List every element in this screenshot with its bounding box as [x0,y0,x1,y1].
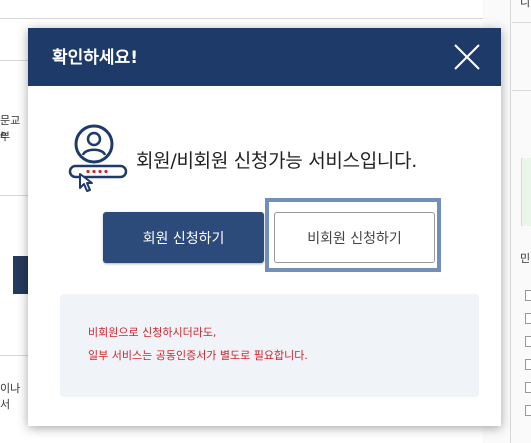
bg-divider [512,22,531,23]
user-password-icon [66,122,132,194]
bg-fragment: 니 [520,0,531,9]
bg-checkbox[interactable] [525,405,531,416]
bg-checkbox[interactable] [525,359,531,370]
confirm-modal: 확인하세요! 회원/비회원 신청가능 서비스입니다. 회원 신청하기 비회원 신… [28,28,501,426]
bg-fragment: 이나 서 [0,382,21,411]
notice-line: 일부 서비스는 공동인증서가 별도로 필요합니다. [88,349,308,362]
bg-divider [0,60,30,61]
bg-checkbox[interactable] [525,336,531,347]
modal-header: 확인하세요! [28,28,501,86]
bg-divider [512,90,531,91]
member-apply-button[interactable]: 회원 신청하기 [103,212,264,263]
notice-box: 비회원으로 신청하시더라도, 일부 서비스는 공동인증서가 별도로 필요합니다. [60,294,479,397]
bg-divider [510,0,511,443]
notice-line: 비회원으로 신청하시더라도, [88,326,217,339]
bg-checkbox[interactable] [525,382,531,393]
guest-apply-button[interactable]: 비회원 신청하기 [274,212,435,263]
bg-fragment: 민 [520,252,531,265]
bg-green-panel [521,158,531,226]
bg-fragment: e [0,128,7,141]
bg-divider [0,18,483,19]
bg-divider [0,355,30,356]
bg-checkbox[interactable] [525,313,531,324]
bg-divider [0,195,30,196]
modal-title: 확인하세요! [52,48,138,68]
bg-checkbox[interactable] [525,290,531,301]
service-headline: 회원/비회원 신청가능 서비스입니다. [136,150,418,172]
close-icon[interactable] [450,40,484,74]
